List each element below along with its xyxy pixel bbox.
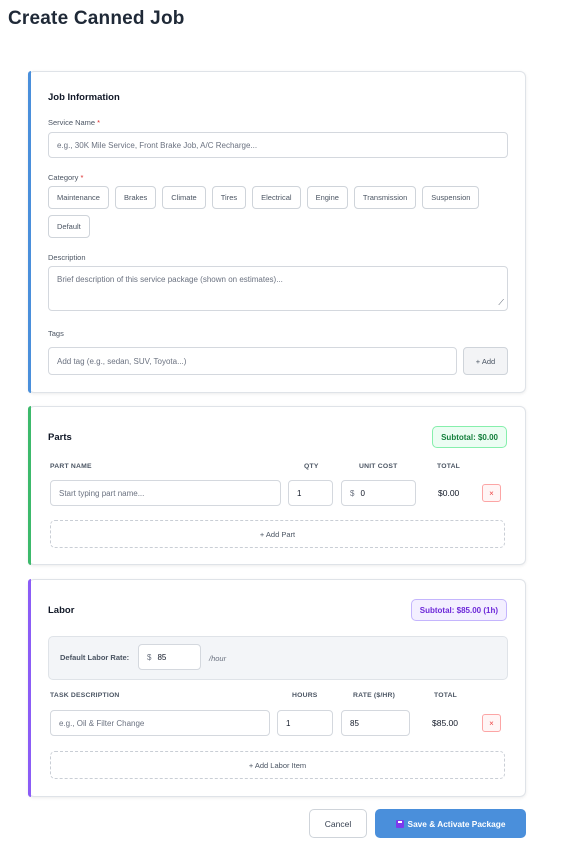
default-labor-rate-input[interactable]: $85 [138, 644, 201, 670]
part-unit-cost-input[interactable]: $0 [341, 480, 416, 506]
job-information-card: Job Information Service Name * e.g., 30K … [28, 71, 526, 393]
page-title: Create Canned Job [8, 8, 185, 29]
description-label: Description [48, 253, 86, 262]
resize-handle-icon[interactable]: ⟋ [498, 298, 504, 308]
labor-row-total: $85.00 [432, 718, 458, 728]
qty-header: QTY [304, 463, 319, 470]
category-chip-engine[interactable]: Engine [306, 186, 348, 209]
category-chip-default[interactable]: Default [48, 215, 90, 238]
labor-rate-input[interactable]: 85 [341, 710, 410, 736]
parts-subtotal-badge: Subtotal: $0.00 [432, 426, 507, 448]
total-header: TOTAL [437, 463, 461, 470]
task-description-input[interactable]: e.g., Oil & Filter Change [50, 710, 270, 736]
remove-part-button[interactable]: × [482, 484, 501, 502]
job-information-title: Job Information [48, 92, 120, 103]
rate-header: RATE ($/HR) [353, 692, 396, 699]
labor-total-header: TOTAL [434, 692, 458, 699]
currency-prefix: $ [147, 652, 152, 662]
required-mark: * [80, 173, 84, 182]
part-qty-input[interactable]: 1 [288, 480, 333, 506]
category-chip-tires[interactable]: Tires [211, 186, 247, 209]
category-label: Category * [48, 173, 84, 182]
task-description-header: TASK DESCRIPTION [50, 692, 120, 699]
remove-labor-button[interactable]: × [482, 714, 501, 732]
add-part-button[interactable]: + Add Part [50, 520, 505, 548]
required-mark: * [97, 118, 101, 127]
default-labor-rate-label: Default Labor Rate: [60, 653, 130, 662]
labor-hours-input[interactable]: 1 [277, 710, 333, 736]
add-tag-button[interactable]: + Add [463, 347, 508, 375]
tags-label: Tags [48, 329, 64, 338]
unit-cost-header: UNIT COST [359, 463, 398, 470]
part-name-header: PART NAME [50, 463, 92, 470]
per-hour-label: /hour [209, 654, 227, 663]
service-name-input[interactable]: e.g., 30K Mile Service, Front Brake Job,… [48, 132, 508, 158]
category-chip-maintenance[interactable]: Maintenance [48, 186, 109, 209]
parts-card: Parts Subtotal: $0.00 PART NAME QTY UNIT… [28, 406, 526, 565]
category-chips: Maintenance Brakes Climate Tires Electri… [48, 186, 518, 238]
default-labor-rate-panel: Default Labor Rate: $85 /hour [48, 636, 508, 680]
category-chip-suspension[interactable]: Suspension [422, 186, 480, 209]
category-chip-transmission[interactable]: Transmission [353, 186, 417, 209]
add-labor-item-button[interactable]: + Add Labor Item [50, 751, 505, 779]
hours-header: HOURS [292, 692, 318, 699]
save-button-label: Save & Activate Package [407, 818, 506, 829]
category-chip-climate[interactable]: Climate [162, 186, 206, 209]
tag-input[interactable]: Add tag (e.g., sedan, SUV, Toyota...) [48, 347, 457, 375]
currency-prefix: $ [350, 488, 355, 498]
labor-subtotal-badge: Subtotal: $85.00 (1h) [410, 599, 507, 621]
save-activate-package-button[interactable]: Save & Activate Package [375, 809, 526, 838]
labor-title: Labor [48, 605, 75, 616]
service-name-label: Service Name * [48, 118, 101, 127]
parts-title: Parts [48, 432, 72, 443]
category-chip-brakes[interactable]: Brakes [114, 186, 157, 209]
labor-card: Labor Subtotal: $85.00 (1h) Default Labo… [28, 579, 526, 797]
part-name-input[interactable]: Start typing part name... [50, 480, 281, 506]
cancel-button[interactable]: Cancel [309, 809, 367, 838]
floppy-disk-icon [395, 819, 404, 828]
category-chip-electrical[interactable]: Electrical [252, 186, 301, 209]
description-textarea[interactable]: Brief description of this service packag… [48, 266, 508, 311]
part-row-total: $0.00 [438, 488, 460, 498]
